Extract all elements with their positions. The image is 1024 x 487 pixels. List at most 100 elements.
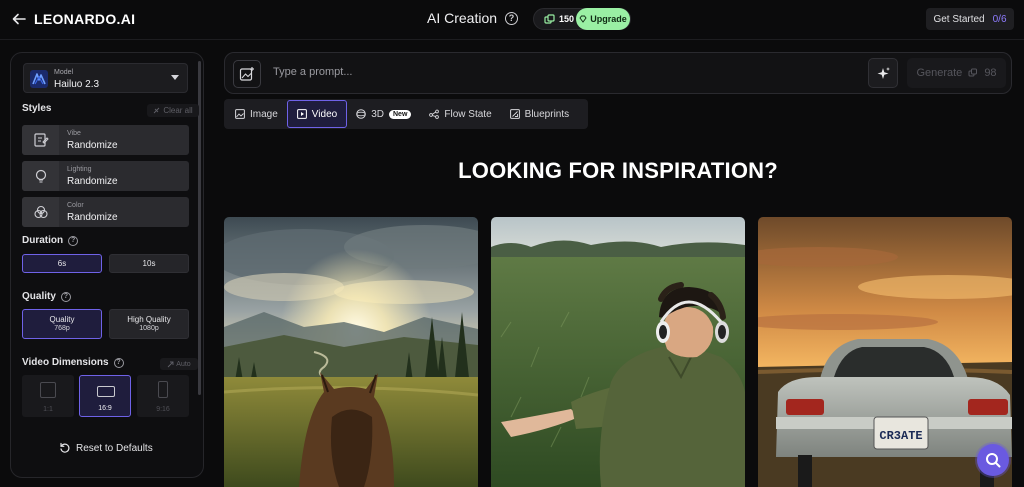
back-arrow-icon[interactable] <box>10 10 28 28</box>
auto-label: Auto <box>176 360 191 368</box>
help-icon[interactable]: ? <box>505 11 519 25</box>
globe-icon <box>356 109 367 119</box>
add-image-icon <box>239 67 254 81</box>
quality-option-label: High Quality <box>127 315 171 325</box>
logo[interactable]: LEONARDO.AI <box>34 11 135 27</box>
tab-image[interactable]: Image <box>226 100 287 128</box>
tab-label: Video <box>311 108 338 120</box>
get-started-count: 0/6 <box>992 13 1007 25</box>
video-icon <box>296 109 307 119</box>
square-icon <box>40 382 56 398</box>
info-icon[interactable]: ? <box>60 291 71 302</box>
dimensions-heading-text: Video Dimensions <box>22 357 109 368</box>
inspiration-card-horse[interactable] <box>224 217 478 487</box>
upgrade-button[interactable]: Upgrade <box>576 8 630 30</box>
clear-all-label: Clear all <box>163 106 193 115</box>
landscape-icon <box>97 386 115 397</box>
blueprint-icon <box>509 109 520 119</box>
tab-video[interactable]: Video <box>286 100 348 128</box>
info-icon[interactable]: ? <box>113 357 124 368</box>
tab-blueprints[interactable]: Blueprints <box>501 100 578 128</box>
duration-option-label: 6s <box>57 258 67 268</box>
style-value: Randomize <box>67 212 118 223</box>
portrait-icon <box>158 381 168 398</box>
color-circles-icon <box>22 197 59 227</box>
duration-heading: Duration ? <box>22 235 79 246</box>
tab-3d[interactable]: 3D New <box>347 100 420 128</box>
reset-label: Reset to Defaults <box>76 442 153 454</box>
generate-button[interactable]: Generate 98 <box>907 58 1006 88</box>
model-label: Model <box>54 69 74 76</box>
tab-label: 3D <box>371 108 384 120</box>
reset-defaults-button[interactable]: Reset to Defaults <box>59 442 153 454</box>
styles-heading: Styles <box>22 103 51 114</box>
prompt-bar: Generate 98 <box>224 52 1012 94</box>
quality-high-button[interactable]: High Quality 1080p <box>109 309 189 339</box>
horse-meadow-image <box>224 217 478 487</box>
duration-option-label: 10s <box>142 258 156 268</box>
new-badge: New <box>389 109 412 119</box>
inspiration-headline: LOOKING FOR INSPIRATION? <box>458 158 778 183</box>
info-icon[interactable]: ? <box>68 235 79 246</box>
dimensions-heading: Video Dimensions ? <box>22 357 124 368</box>
dimension-label: 9:16 <box>156 406 170 413</box>
license-plate-text: CR3ATE <box>879 429 922 443</box>
top-bar: LEONARDO.AI AI Creation ? 150 Upgrade Ge… <box>0 0 1024 40</box>
vibe-icon <box>22 125 59 155</box>
styles-heading-text: Styles <box>22 103 52 114</box>
reset-icon <box>60 442 70 453</box>
classic-car-image: CR3ATE <box>758 217 1012 487</box>
diamond-icon <box>579 15 587 23</box>
eraser-icon <box>154 107 160 114</box>
inspiration-card-man[interactable] <box>491 217 745 487</box>
chevron-down-icon <box>171 75 179 80</box>
image-icon <box>235 109 245 119</box>
style-value: Randomize <box>67 140 118 151</box>
search-fab[interactable] <box>977 444 1009 476</box>
style-caption: Color <box>67 202 84 209</box>
style-vibe[interactable]: Vibe Randomize <box>22 125 189 155</box>
expand-icon <box>167 361 174 367</box>
dimension-label: 16:9 <box>98 405 112 412</box>
image-upload-button[interactable] <box>233 60 261 88</box>
quality-standard-button[interactable]: Quality 768p <box>22 309 102 339</box>
creation-tabs: Image Video 3D New Flow State Blueprints <box>224 99 588 129</box>
dimension-1-1-button[interactable]: 1:1 <box>22 375 74 417</box>
dimension-9-16-button[interactable]: 9:16 <box>137 375 189 417</box>
style-caption: Vibe <box>67 130 81 137</box>
model-select[interactable]: Model Hailuo 2.3 <box>23 63 188 93</box>
token-icon <box>542 12 556 26</box>
clear-all-button[interactable]: Clear all <box>147 104 199 117</box>
search-icon <box>986 453 1001 468</box>
credit-count: 150 <box>559 14 575 24</box>
page-title-wrap: AI Creation ? <box>427 10 519 26</box>
sparkle-icon <box>877 66 890 79</box>
prompt-input[interactable] <box>273 66 833 78</box>
quality-heading: Quality ? <box>22 291 71 302</box>
generate-label: Generate <box>916 67 963 79</box>
credits-pill[interactable]: 150 Upgrade <box>533 8 631 30</box>
duration-10s-button[interactable]: 10s <box>109 254 189 273</box>
dimension-16-9-button[interactable]: 16:9 <box>79 375 131 417</box>
model-logo-icon <box>30 70 48 88</box>
style-color[interactable]: Color Randomize <box>22 197 189 227</box>
prompt-enhance-button[interactable] <box>868 58 898 88</box>
lightbulb-icon <box>22 161 59 191</box>
flow-icon <box>429 109 440 119</box>
duration-6s-button[interactable]: 6s <box>22 254 102 273</box>
settings-panel: Model Hailuo 2.3 Styles Clear all Vibe R… <box>10 52 204 478</box>
tab-label: Image <box>250 108 278 120</box>
quality-option-sub: 1080p <box>139 324 159 332</box>
page-title: AI Creation <box>427 10 498 26</box>
man-headphones-image <box>491 217 745 487</box>
generate-cost: 98 <box>984 67 997 79</box>
inspiration-card-car[interactable]: CR3ATE <box>758 217 1012 487</box>
tab-flow-state[interactable]: Flow State <box>420 100 500 128</box>
duration-heading-text: Duration <box>22 235 64 246</box>
quality-option-label: Quality <box>49 315 75 325</box>
get-started-button[interactable]: Get Started 0/6 <box>926 8 1014 30</box>
auto-dimension-button[interactable]: Auto <box>160 358 198 370</box>
dimension-label: 1:1 <box>43 406 53 413</box>
style-lighting[interactable]: Lighting Randomize <box>22 161 189 191</box>
quality-option-sub: 768p <box>54 324 70 332</box>
